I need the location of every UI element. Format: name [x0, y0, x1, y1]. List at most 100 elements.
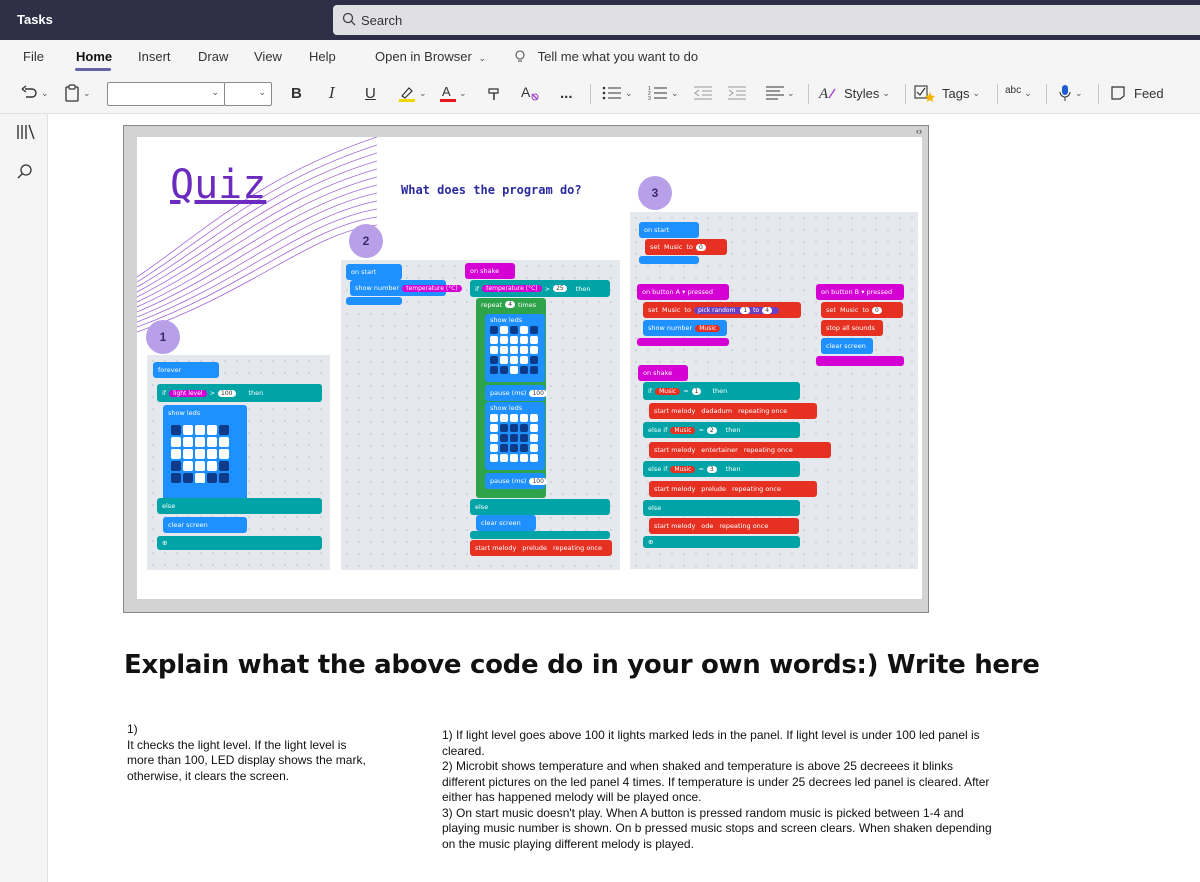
search-input[interactable]: Search — [333, 5, 1200, 35]
microphone-icon — [1059, 85, 1071, 101]
led-cell — [195, 473, 205, 483]
search-icon — [342, 12, 356, 26]
tell-me-button[interactable]: Tell me what you want to do — [514, 49, 698, 64]
light-level-pill: light level — [169, 389, 207, 397]
op-label: > — [544, 284, 551, 293]
temp-pill: temperature (°C) — [482, 285, 542, 292]
italic-button[interactable]: I — [329, 80, 335, 106]
notebooks-icon[interactable] — [16, 123, 36, 141]
block-if-end-3: ⊕ — [643, 536, 800, 548]
answer-line: 3) On start music doesn't play. When A b… — [442, 805, 964, 820]
more-options-button[interactable]: ... — [560, 80, 573, 106]
resize-handle-icon[interactable]: ‹› — [916, 126, 922, 136]
if-label: if — [648, 387, 653, 395]
menu-insert[interactable]: Insert — [138, 49, 171, 64]
block-on-start-2: on start — [346, 264, 402, 280]
menu-view[interactable]: View — [254, 49, 282, 64]
answer-1-text[interactable]: 1) It checks the light level. If the lig… — [127, 722, 387, 784]
if-label: if — [475, 284, 480, 293]
led-cell — [510, 346, 518, 354]
led-cell — [510, 434, 518, 442]
ribbon-divider — [808, 84, 809, 104]
feed-button[interactable]: Feed — [1110, 80, 1164, 106]
led-grid-3 — [490, 414, 538, 462]
then-label: then — [725, 465, 741, 473]
spelling-button[interactable]: abc ⌄ — [1005, 80, 1032, 106]
answer-2-text[interactable]: 1) If light level goes above 100 it ligh… — [442, 728, 1012, 852]
font-color-button[interactable]: A ⌄ — [440, 80, 467, 106]
led-cell — [183, 461, 193, 471]
start-melody-label: start melody — [654, 407, 696, 415]
highlighter-icon — [399, 87, 415, 102]
bold-button[interactable]: B — [291, 80, 302, 106]
menu-file[interactable]: File — [23, 49, 44, 64]
block-stop-all-sounds: stop all sounds — [821, 320, 883, 336]
bullets-button[interactable]: ⌄ — [602, 80, 633, 106]
eq-label: = — [698, 465, 704, 473]
numbered-list-icon: 123 — [648, 86, 667, 101]
random-max: 4 — [762, 306, 773, 314]
clear-formatting-button[interactable]: A — [520, 80, 540, 106]
led-cell — [530, 346, 538, 354]
tags-button[interactable]: Tags ⌄ — [914, 80, 980, 106]
start-melody-label: start melody — [654, 446, 696, 454]
eq-label: = — [683, 387, 689, 395]
block-on-start-3: on start — [639, 222, 699, 238]
led-cell — [490, 414, 498, 422]
block-on-button-a: on button A ▾ pressed — [637, 284, 729, 300]
led-cell — [219, 473, 229, 483]
block-else-if-2: else if Music = 2 then — [643, 422, 800, 438]
highlight-button[interactable]: ⌄ — [398, 80, 427, 106]
block-clear-screen-2: clear screen — [476, 515, 536, 531]
block-set-music-b: set Music to 0 — [821, 302, 903, 318]
repeat-mode: repeating once — [738, 407, 788, 415]
open-in-browser-button[interactable]: Open in Browser ⌄ — [375, 49, 486, 64]
menu-help[interactable]: Help — [309, 49, 336, 64]
led-grid-2 — [490, 326, 538, 374]
block-melody-entertainer: start melody entertainer repeating once — [649, 442, 831, 458]
answer-line: either has happened melody will be playe… — [442, 790, 702, 804]
dictate-button[interactable]: ⌄ — [1058, 80, 1083, 106]
block-show-number-music: show number Music — [643, 320, 727, 336]
styles-label: Styles — [844, 85, 880, 101]
led-cell — [500, 366, 508, 374]
led-cell — [530, 326, 538, 334]
align-button[interactable]: ⌄ — [766, 80, 795, 106]
app-title: Tasks — [17, 12, 53, 27]
format-painter-button[interactable] — [486, 80, 504, 106]
led-cell — [195, 449, 205, 459]
numbering-button[interactable]: 1 2 3 ⌄ — [648, 80, 679, 106]
styles-button[interactable]: A Styles ⌄ — [818, 80, 890, 106]
block-pause-2: pause (ms) 100 — [485, 473, 547, 489]
search-icon[interactable] — [16, 163, 34, 181]
increase-indent-button[interactable] — [728, 80, 746, 106]
chevron-down-icon: ⌄ — [1024, 87, 1032, 98]
decrease-indent-button[interactable] — [694, 80, 712, 106]
ribbon-divider — [1098, 84, 1099, 104]
led-cell — [171, 461, 181, 471]
pause-value: 100 — [529, 389, 547, 397]
music-var: Music — [670, 426, 696, 434]
show-number-label: show number — [648, 324, 693, 332]
font-family-dropdown[interactable]: ⌄ — [107, 82, 225, 106]
font-size-dropdown[interactable]: ⌄ — [224, 82, 272, 106]
active-tab-indicator — [75, 68, 111, 71]
chevron-down-icon: ⌄ — [258, 87, 266, 97]
block-if-music-1: if Music = 1 then — [643, 382, 800, 400]
led-cell — [171, 473, 181, 483]
number-badge-3: 3 — [638, 176, 672, 210]
led-cell — [207, 473, 217, 483]
undo-button[interactable]: ⌄ — [20, 80, 49, 106]
led-cell — [500, 424, 508, 432]
ribbon-divider — [997, 84, 998, 104]
led-cell — [520, 434, 528, 442]
clipboard-button[interactable]: ⌄ — [64, 80, 91, 106]
led-cell — [520, 454, 528, 462]
underline-button[interactable]: U — [365, 80, 376, 106]
menu-draw[interactable]: Draw — [198, 49, 228, 64]
random-min: 1 — [740, 306, 751, 314]
temperature-pill: temperature (°C) — [402, 284, 462, 292]
tag-star-icon — [914, 85, 935, 102]
menu-home[interactable]: Home — [76, 49, 112, 64]
melody-name: ode — [701, 522, 714, 530]
